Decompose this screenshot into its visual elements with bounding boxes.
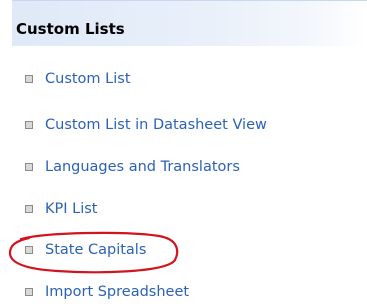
square-bullet-icon [25,246,33,254]
import-spreadsheet-link[interactable]: Import Spreadsheet [45,282,189,302]
square-bullet-icon [25,121,33,129]
kpi-list-link[interactable]: KPI List [45,199,98,219]
section-title: Custom Lists [16,20,125,38]
languages-and-translators-link[interactable]: Languages and Translators [45,157,240,177]
custom-lists-panel: Custom Lists Custom List Custom List in … [0,0,367,304]
section-header: Custom Lists [12,0,367,46]
square-bullet-icon [25,288,33,296]
square-bullet-icon [25,163,33,171]
custom-list-datasheet-view-link[interactable]: Custom List in Datasheet View [45,115,267,135]
custom-list-link[interactable]: Custom List [45,69,131,89]
square-bullet-icon [25,205,33,213]
square-bullet-icon [25,75,33,83]
state-capitals-link[interactable]: State Capitals [45,240,146,260]
